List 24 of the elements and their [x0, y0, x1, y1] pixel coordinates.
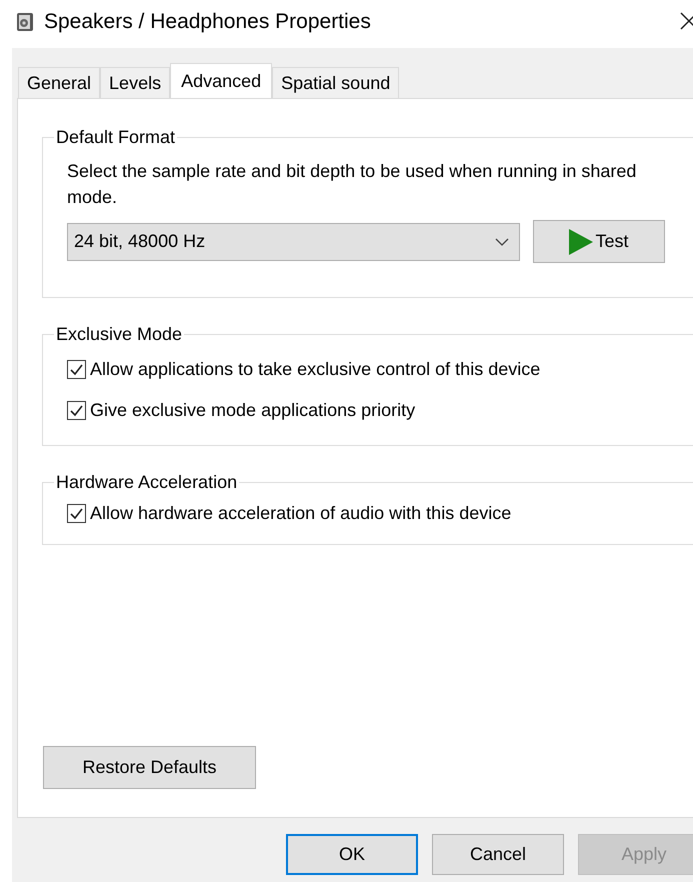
play-icon	[569, 228, 594, 254]
checkbox-label: Allow hardware acceleration of audio with this device	[90, 503, 512, 524]
tab[interactable]: Advanced	[170, 63, 272, 98]
dialog-button[interactable]: OK	[286, 834, 418, 875]
checkbox-label: Give exclusive mode applications priority	[90, 400, 416, 421]
tab[interactable]: Levels	[100, 67, 170, 98]
window-title: Speakers / Headphones Properties	[44, 10, 371, 34]
group-title: Exclusive Mode	[55, 324, 184, 345]
tab[interactable]: General	[18, 67, 100, 98]
checkbox[interactable]	[67, 360, 86, 379]
speaker-icon	[16, 12, 34, 32]
restore-defaults-button[interactable]: Restore Defaults	[43, 746, 256, 789]
group-title: Hardware Acceleration	[55, 472, 238, 493]
format-dropdown[interactable]: 24 bit, 48000 Hz	[67, 222, 520, 260]
description: Select the sample rate and bit depth to be used when running in shared mode.	[67, 160, 638, 209]
checkbox[interactable]	[67, 504, 86, 523]
group-title: Default Format	[55, 127, 176, 148]
close-icon[interactable]	[679, 11, 693, 31]
test-button[interactable]: Test	[533, 220, 665, 263]
chevron-down-icon	[495, 238, 509, 246]
checkbox-label: Allow applications to take exclusive control of this device	[90, 359, 540, 380]
checkbox[interactable]	[67, 401, 86, 420]
dialog-button[interactable]: Cancel	[432, 834, 564, 875]
tab[interactable]: Spatial sound	[272, 67, 400, 98]
